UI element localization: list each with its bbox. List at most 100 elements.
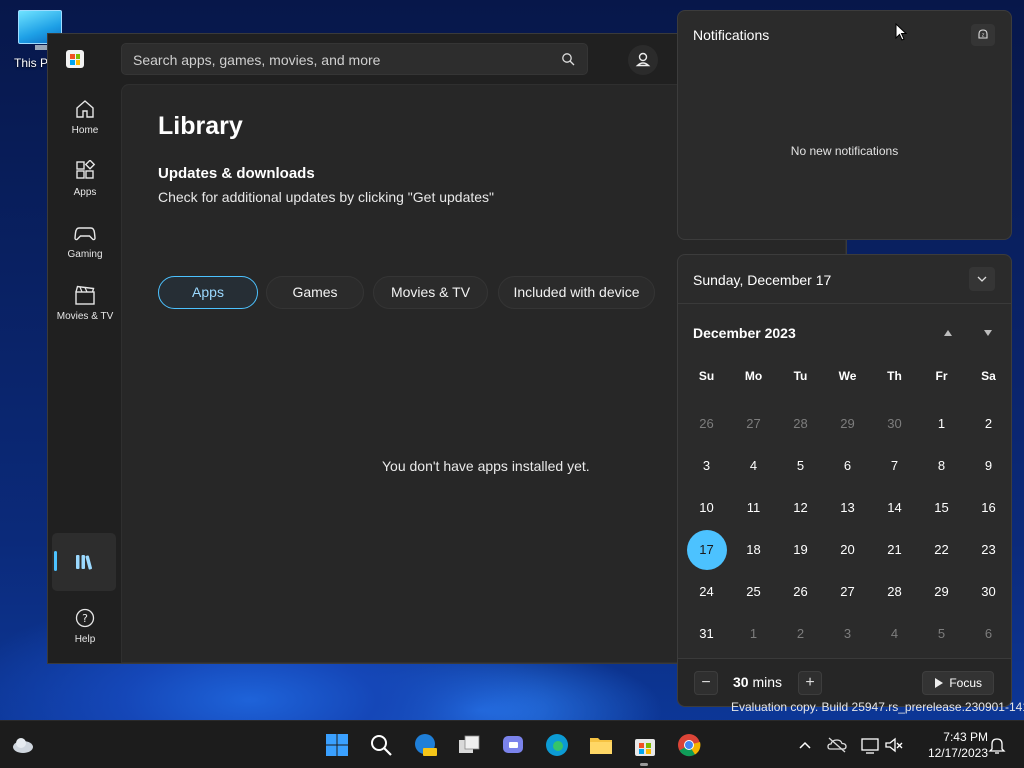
svg-text:?: ? [82, 612, 88, 625]
calendar-day[interactable]: 6 [824, 445, 871, 487]
calendar-day[interactable]: 29 [918, 571, 965, 613]
filter-chip-included[interactable]: Included with device [498, 276, 655, 309]
edge-browser-icon[interactable] [545, 733, 569, 757]
calendar-day[interactable]: 1 [730, 613, 777, 655]
edge-preview-icon[interactable] [413, 733, 437, 757]
calendar-day[interactable]: 6 [965, 613, 1012, 655]
calendar-day[interactable]: 25 [730, 571, 777, 613]
calendar-day[interactable]: 2 [777, 613, 824, 655]
calendar-day[interactable]: 23 [965, 529, 1012, 571]
calendar-day[interactable]: 13 [824, 487, 871, 529]
decrease-minutes-button[interactable]: − [694, 671, 718, 695]
calendar-day[interactable]: 7 [871, 445, 918, 487]
calendar-day-number: 27 [840, 584, 855, 599]
calendar-day[interactable]: 14 [871, 487, 918, 529]
calendar-day[interactable]: 17 [683, 529, 730, 571]
volume-muted-icon[interactable] [884, 733, 904, 757]
calendar-day[interactable]: 4 [871, 613, 918, 655]
calendar-day[interactable]: 5 [918, 613, 965, 655]
nav-item-apps[interactable]: Apps [52, 152, 118, 210]
focus-minutes-value: 30 [733, 674, 749, 690]
calendar-day[interactable]: 1 [918, 403, 965, 445]
weekday-label: Fr [935, 369, 948, 383]
increase-minutes-button[interactable]: + [798, 671, 822, 695]
calendar-day[interactable]: 26 [777, 571, 824, 613]
search-input[interactable]: Search apps, games, movies, and more [133, 52, 380, 68]
calendar-day[interactable]: 19 [777, 529, 824, 571]
search-box[interactable]: Search apps, games, movies, and more [121, 43, 588, 75]
filter-chip-movies-tv[interactable]: Movies & TV [373, 276, 488, 309]
calendar-day-number: 22 [934, 542, 949, 557]
show-hidden-icons-chevron-icon[interactable] [795, 733, 815, 757]
calendar-day[interactable]: 31 [683, 613, 730, 655]
calendar-day[interactable]: 15 [918, 487, 965, 529]
calendar-day[interactable]: 8 [918, 445, 965, 487]
nav-item-library[interactable] [52, 533, 116, 591]
start-button-icon[interactable] [325, 733, 349, 757]
calendar-day[interactable]: 27 [824, 571, 871, 613]
search-icon[interactable] [369, 733, 393, 757]
calendar-day[interactable]: 3 [824, 613, 871, 655]
calendar-day[interactable]: 12 [777, 487, 824, 529]
calendar-day[interactable]: 16 [965, 487, 1012, 529]
filter-chip-games[interactable]: Games [266, 276, 364, 309]
calendar-day[interactable]: 27 [730, 403, 777, 445]
next-month-arrow-icon[interactable] [982, 328, 994, 338]
calendar-date-header: Sunday, December 17 [693, 272, 832, 288]
calendar-day[interactable]: 29 [824, 403, 871, 445]
filter-chip-apps[interactable]: Apps [158, 276, 258, 309]
chrome-icon[interactable] [677, 733, 701, 757]
calendar-day[interactable]: 30 [965, 571, 1012, 613]
person-icon [635, 52, 651, 67]
notification-bell-icon[interactable] [987, 733, 1007, 757]
focus-button[interactable]: Focus [922, 671, 994, 695]
calendar-day[interactable]: 26 [683, 403, 730, 445]
calendar-month-label[interactable]: December 2023 [693, 325, 796, 341]
onedrive-offline-icon[interactable] [826, 733, 848, 757]
calendar-day[interactable]: 4 [730, 445, 777, 487]
calendar-week-row: 26 27 28 29 30 1 2 [683, 403, 1013, 445]
calendar-day[interactable]: 9 [965, 445, 1012, 487]
nav-item-help[interactable]: ? Help [52, 599, 118, 657]
calendar-day-number: 17 [686, 530, 727, 570]
store-logo-icon [66, 50, 84, 68]
nav-label: Help [74, 634, 96, 645]
nav-item-gaming[interactable]: Gaming [52, 214, 118, 272]
microsoft-store-icon[interactable] [633, 733, 657, 757]
calendar-day-number: 26 [699, 416, 714, 431]
calendar-day[interactable]: 24 [683, 571, 730, 613]
calendar-day[interactable]: 21 [871, 529, 918, 571]
file-explorer-icon[interactable] [589, 733, 613, 757]
calendar-week-row: 17 18 19 20 21 22 23 [683, 529, 1013, 571]
calendar-day-number: 28 [793, 416, 808, 431]
teams-chat-icon[interactable] [501, 733, 525, 757]
calendar-day[interactable]: 3 [683, 445, 730, 487]
task-view-icon[interactable] [457, 733, 481, 757]
calendar-day[interactable]: 11 [730, 487, 777, 529]
notifications-title: Notifications [693, 27, 770, 43]
calendar-day[interactable]: 5 [777, 445, 824, 487]
taskbar-clock[interactable]: 7:43 PM 12/17/2023 [912, 729, 988, 761]
nav-label: Apps [73, 187, 97, 198]
calendar-day[interactable]: 30 [871, 403, 918, 445]
calendar-day[interactable]: 22 [918, 529, 965, 571]
calendar-day[interactable]: 18 [730, 529, 777, 571]
network-icon[interactable] [860, 733, 880, 757]
collapse-calendar-button[interactable] [969, 267, 995, 291]
do-not-disturb-button[interactable]: z [971, 24, 995, 46]
previous-month-arrow-icon[interactable] [942, 328, 954, 338]
calendar-day[interactable]: 20 [824, 529, 871, 571]
search-icon[interactable] [561, 52, 575, 66]
calendar-day-number: 30 [887, 416, 902, 431]
calendar-day-number: 26 [793, 584, 808, 599]
calendar-day[interactable]: 10 [683, 487, 730, 529]
weather-icon[interactable] [11, 733, 35, 757]
calendar-day-number: 3 [843, 626, 852, 641]
focus-session-bar: − 30 mins + Focus [678, 658, 1011, 706]
calendar-day[interactable]: 28 [871, 571, 918, 613]
calendar-day[interactable]: 2 [965, 403, 1012, 445]
nav-item-movies-tv[interactable]: Movies & TV [52, 276, 118, 334]
nav-item-home[interactable]: Home [52, 90, 118, 148]
calendar-day[interactable]: 28 [777, 403, 824, 445]
account-button[interactable] [628, 45, 658, 75]
